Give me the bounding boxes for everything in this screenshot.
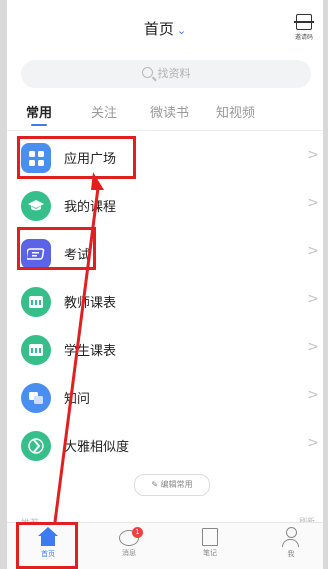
calendar-icon [21,335,51,365]
chevron-right-icon: > [307,387,319,403]
divider [7,130,323,131]
tab-zhishipin[interactable]: 知视频 [216,102,255,121]
bottom-tab-me[interactable]: 我 [266,527,316,559]
bottom-tab-label: 笔记 [203,549,217,557]
list-item-zhiwen[interactable]: 知问 > [7,373,323,423]
calendar-icon [21,287,51,317]
list-item-my-courses[interactable]: 我的课程 > [7,181,323,231]
annotation-box-exam [17,227,96,270]
list-item-teacher-schedule[interactable]: 教师课表 > [7,277,323,327]
qa-icon [21,383,51,413]
chevron-down-icon: ⌄ [176,24,187,37]
search-placeholder: 找资料 [157,67,191,80]
chevron-right-icon: > [307,147,319,163]
tab-follow[interactable]: 关注 [91,102,117,121]
chevron-right-icon: > [307,243,319,259]
annotation-box-home-tab [16,522,78,569]
edit-common-label: 编辑常用 [160,480,193,489]
list-item-daya-similarity[interactable]: 大雅相似度 > [7,421,323,471]
page-title-dropdown[interactable]: 首页 ⌄ [7,18,323,39]
search-input[interactable]: 找资料 [21,60,311,88]
chevron-right-icon: > [307,435,319,451]
bottom-tab-label: 我 [287,550,295,558]
similarity-icon [21,431,51,461]
chevron-right-icon: > [307,291,319,307]
phone-screen: 首页⌄ 邀请码 找资料 常用 关注 微读书 知视频 应用广场 > 我的课程 > [7,0,323,569]
invite-code-label: 邀请码 [294,34,313,41]
active-tab-indicator [31,124,47,126]
bottom-tab-notes[interactable]: 笔记 [185,527,235,558]
tab-common[interactable]: 常用 [26,102,52,121]
bottom-tab-label: 消息 [122,549,136,557]
list-item-label: 我的课程 [64,200,117,215]
tab-weidushu[interactable]: 微读书 [150,102,189,121]
list-item-label: 学生课表 [64,344,117,359]
list-item-student-schedule[interactable]: 学生课表 > [7,325,323,375]
page-title: 首页 [143,20,174,38]
list-item-label: 知问 [64,392,91,407]
unread-badge: 1 [132,527,143,538]
annotation-box-app-square [17,136,136,179]
chevron-right-icon: > [307,339,319,355]
scan-icon [294,14,314,30]
list-item-label: 教师课表 [64,296,117,311]
invite-code-button[interactable]: 邀请码 [291,14,317,41]
chevron-right-icon: > [307,195,319,211]
tab-bar: 常用 关注 微读书 知视频 [7,100,323,128]
note-icon [202,528,218,546]
search-icon [141,67,153,78]
bottom-tab-messages[interactable]: 1 消息 [104,527,154,558]
graduation-cap-icon [21,191,51,221]
user-icon [282,527,300,547]
edit-icon: ✎ [151,480,161,489]
header: 首页 ⌄ 邀请码 [7,0,323,56]
list-item-label: 大雅相似度 [64,440,130,455]
edit-common-button[interactable]: ✎ 编辑常用 [134,474,210,496]
